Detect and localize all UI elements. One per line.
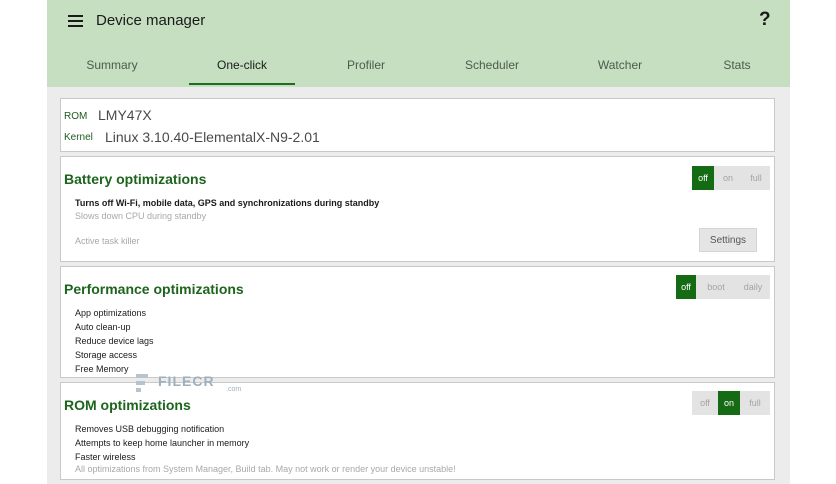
- watermark-sub: .com: [226, 386, 242, 393]
- battery-description: Turns off Wi-Fi, mobile data, GPS and sy…: [75, 198, 380, 208]
- rom-off-option[interactable]: off: [692, 391, 718, 415]
- performance-boot-option[interactable]: boot: [696, 275, 736, 299]
- list-item: Removes USB debugging notification: [75, 424, 225, 434]
- battery-off-option[interactable]: off: [692, 166, 714, 190]
- device-info-card: ROM LMY47X Kernel Linux 3.10.40-Elementa…: [60, 98, 775, 152]
- help-button[interactable]: ?: [759, 9, 771, 31]
- watermark-text: FILECR: [158, 373, 215, 389]
- performance-daily-option[interactable]: daily: [736, 275, 770, 299]
- active-tab-indicator: [189, 83, 295, 85]
- performance-title: Performance optimizations: [64, 281, 244, 297]
- rom-warning-note: All optimizations from System Manager, B…: [75, 464, 456, 474]
- battery-description-sub: Slows down CPU during standby: [75, 211, 207, 221]
- kernel-value: Linux 3.10.40-ElementalX-N9-2.01: [105, 129, 320, 145]
- list-item: Auto clean-up: [75, 322, 131, 332]
- tab-scheduler[interactable]: Scheduler: [431, 51, 553, 87]
- list-item: Free Memory: [75, 364, 129, 374]
- performance-mode-toggle: off boot daily: [676, 275, 770, 299]
- performance-off-option[interactable]: off: [676, 275, 696, 299]
- tab-bar: Summary One-click Profiler Scheduler Wat…: [47, 51, 790, 87]
- performance-optimizations-card: Performance optimizations off boot daily…: [60, 266, 775, 378]
- rom-mode-toggle: off on full: [692, 391, 770, 415]
- battery-on-option[interactable]: on: [714, 166, 742, 190]
- hamburger-menu-icon[interactable]: [67, 13, 85, 29]
- app-bar: Device manager ? Summary One-click Profi…: [47, 0, 790, 87]
- active-task-killer-label: Active task killer: [75, 236, 140, 246]
- battery-full-option[interactable]: full: [742, 166, 770, 190]
- settings-button[interactable]: Settings: [699, 228, 757, 252]
- list-item: Attempts to keep home launcher in memory: [75, 438, 250, 448]
- filecr-logo-icon: [136, 374, 148, 392]
- tab-one-click-label: One-click: [216, 58, 267, 72]
- battery-mode-toggle: off on full: [692, 166, 770, 190]
- tab-watcher[interactable]: Watcher: [559, 51, 681, 87]
- tab-profiler[interactable]: Profiler: [307, 51, 425, 87]
- battery-optimizations-card: Battery optimizations off on full Turns …: [60, 156, 775, 262]
- list-item: App optimizations: [75, 308, 147, 318]
- tab-one-click[interactable]: One-click: [189, 51, 295, 87]
- rom-on-option[interactable]: on: [718, 391, 740, 415]
- app-window: Device manager ? Summary One-click Profi…: [47, 0, 790, 484]
- list-item: Reduce device lags: [75, 336, 154, 346]
- rom-label: ROM: [64, 111, 88, 122]
- list-item: Storage access: [75, 350, 138, 360]
- battery-title: Battery optimizations: [64, 171, 207, 187]
- rom-value: LMY47X: [98, 107, 152, 123]
- rom-full-option[interactable]: full: [740, 391, 770, 415]
- tab-stats[interactable]: Stats: [687, 51, 787, 87]
- watermark: FILECR .com: [134, 372, 241, 402]
- kernel-label: Kernel: [64, 132, 93, 143]
- list-item: Faster wireless: [75, 452, 136, 462]
- page-title: Device manager: [96, 12, 206, 29]
- tab-summary[interactable]: Summary: [47, 51, 177, 87]
